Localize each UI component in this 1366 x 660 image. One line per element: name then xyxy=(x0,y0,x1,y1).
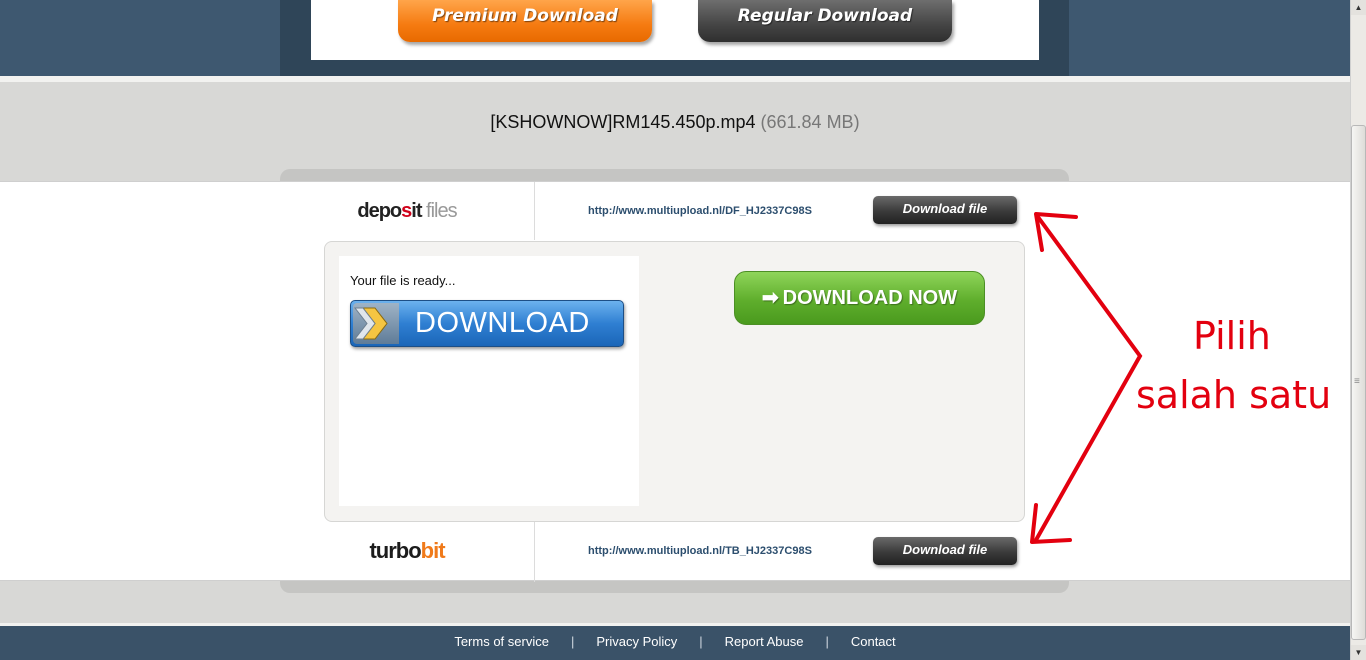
divider xyxy=(534,522,535,582)
download-now-label: DOWNLOAD NOW xyxy=(782,287,958,309)
depositfiles-logo: deposit files xyxy=(357,200,457,222)
regular-download-button[interactable]: Regular Download xyxy=(698,0,952,42)
footer-link-report-abuse[interactable]: Report Abuse xyxy=(703,634,826,649)
turbobit-link[interactable]: http://www.multiupload.nl/TB_HJ2337C98S xyxy=(588,545,812,557)
arrow-right-icon: ➡ xyxy=(761,287,779,309)
ad-banner xyxy=(339,256,639,506)
depositfiles-link[interactable]: http://www.multiupload.nl/DF_HJ2337C98S xyxy=(588,205,812,217)
grip-icon: ≡ xyxy=(1354,376,1360,387)
divider xyxy=(534,182,535,240)
ad-download-button[interactable]: DOWNLOAD xyxy=(350,300,624,347)
premium-download-button[interactable]: Premium Download xyxy=(398,0,652,42)
turbobit-logo: turbobit xyxy=(369,538,445,563)
download-now-button[interactable]: ➡ DOWNLOAD NOW xyxy=(734,271,985,325)
ad-ready-text: Your file is ready... xyxy=(350,273,456,288)
file-size: (661.84 MB) xyxy=(760,112,860,132)
chevron-right-icon xyxy=(353,303,399,344)
turbobit-download-button[interactable]: Download file xyxy=(873,537,1017,565)
footer-links: Terms of service | Privacy Policy | Report A… xyxy=(0,634,1350,649)
scroll-up-icon[interactable]: ▲ xyxy=(1351,0,1366,15)
ad-download-label: DOWNLOAD xyxy=(415,307,590,339)
scroll-down-icon[interactable]: ▼ xyxy=(1351,645,1366,660)
annotation-text-line2: salah satu xyxy=(1136,373,1332,417)
depositfiles-download-button[interactable]: Download file xyxy=(873,196,1017,224)
divider xyxy=(0,76,1350,82)
annotation-text-line1: Pilih xyxy=(1193,314,1271,358)
file-name: [KSHOWNOW]RM145.450p.mp4 xyxy=(490,112,756,132)
footer-link-privacy[interactable]: Privacy Policy xyxy=(574,634,699,649)
footer-link-contact[interactable]: Contact xyxy=(829,634,918,649)
file-title: [KSHOWNOW]RM145.450p.mp4 (661.84 MB) xyxy=(0,112,1350,133)
panel-bottom-tab xyxy=(280,581,1069,593)
footer-link-terms[interactable]: Terms of service xyxy=(432,634,571,649)
